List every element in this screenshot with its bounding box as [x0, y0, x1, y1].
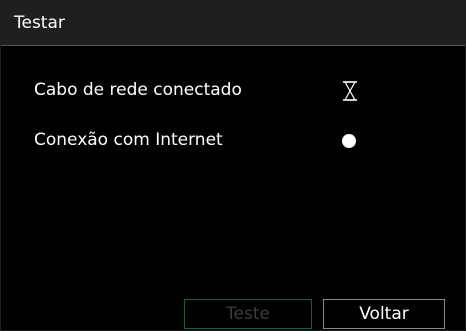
network-cable-label: Cabo de rede conectado — [34, 80, 242, 100]
test-dialog: Testar Cabo de rede conectado Conexão co… — [0, 0, 466, 331]
hourglass-icon — [343, 81, 357, 101]
dialog-titlebar: Testar — [1, 1, 465, 46]
test-button[interactable]: Teste — [184, 299, 312, 329]
dialog-title: Testar — [14, 13, 65, 33]
internet-connection-label: Conexão com Internet — [34, 130, 223, 150]
status-dot-icon — [342, 134, 356, 148]
back-button[interactable]: Voltar — [323, 299, 445, 329]
